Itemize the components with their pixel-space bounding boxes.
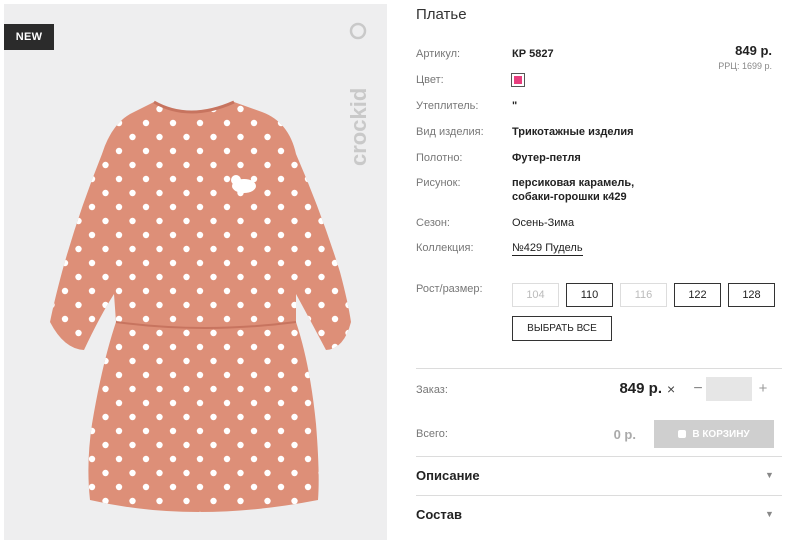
- fabric-label: Полотно:: [416, 152, 463, 164]
- total-value: 0 р.: [613, 427, 636, 442]
- composition-accordion[interactable]: Состав: [416, 507, 462, 522]
- type-label: Вид изделия:: [416, 126, 484, 138]
- color-label: Цвет:: [416, 74, 444, 86]
- article-value: КР 5827: [512, 48, 554, 60]
- size-option-122[interactable]: 122: [674, 283, 721, 307]
- pattern-label: Рисунок:: [416, 177, 461, 189]
- svg-text:crockid: crockid: [346, 88, 371, 166]
- rrp-price: РРЦ: 1699 р.: [718, 61, 772, 71]
- select-all-button[interactable]: ВЫБРАТЬ ВСЕ: [512, 316, 612, 341]
- divider: [416, 456, 782, 457]
- product-title: Платье: [416, 6, 467, 23]
- product-price: 849 р.: [735, 43, 772, 58]
- divider: [416, 495, 782, 496]
- brand-logo: crockid: [346, 22, 371, 166]
- pattern-value-line1: персиковая карамель,: [512, 177, 635, 189]
- chevron-down-icon[interactable]: ▼: [765, 470, 774, 480]
- size-selector: 104 110 116 122 128: [512, 283, 775, 307]
- size-option-110[interactable]: 110: [566, 283, 613, 307]
- insulation-value: ": [512, 100, 518, 112]
- order-label: Заказ:: [416, 384, 448, 396]
- divider: [416, 368, 782, 369]
- article-label: Артикул:: [416, 48, 461, 60]
- size-label: Рост/размер:: [416, 283, 483, 295]
- quantity-input[interactable]: [706, 377, 752, 401]
- order-price: 849 р.: [619, 380, 662, 397]
- quantity-decrement-button[interactable]: −: [691, 380, 705, 398]
- cart-icon: [678, 430, 687, 438]
- total-label: Всего:: [416, 428, 448, 440]
- season-value: Осень-Зима: [512, 217, 575, 229]
- add-to-cart-label: В КОРЗИНУ: [692, 428, 750, 440]
- chevron-down-icon[interactable]: ▼: [765, 509, 774, 519]
- size-option-104[interactable]: 104: [512, 283, 559, 307]
- pattern-value-line2: собаки-горошки к429: [512, 191, 627, 203]
- fabric-value: Футер-петля: [512, 152, 581, 164]
- quantity-increment-button[interactable]: +: [756, 380, 770, 397]
- insulation-label: Утеплитель:: [416, 100, 479, 112]
- new-badge: NEW: [4, 24, 54, 50]
- season-label: Сезон:: [416, 217, 450, 229]
- times-icon: ×: [667, 381, 676, 397]
- collection-link[interactable]: №429 Пудель: [512, 242, 583, 256]
- product-photo[interactable]: NEW crockid: [4, 4, 387, 540]
- description-accordion[interactable]: Описание: [416, 468, 480, 483]
- collection-label: Коллекция:: [416, 242, 474, 254]
- type-value: Трикотажные изделия: [512, 126, 634, 138]
- size-option-116[interactable]: 116: [620, 283, 667, 307]
- add-to-cart-button[interactable]: В КОРЗИНУ: [654, 420, 774, 448]
- dress-image: [50, 100, 351, 512]
- color-swatch-fill: [514, 76, 522, 84]
- size-option-128[interactable]: 128: [728, 283, 775, 307]
- color-swatch[interactable]: [511, 73, 525, 87]
